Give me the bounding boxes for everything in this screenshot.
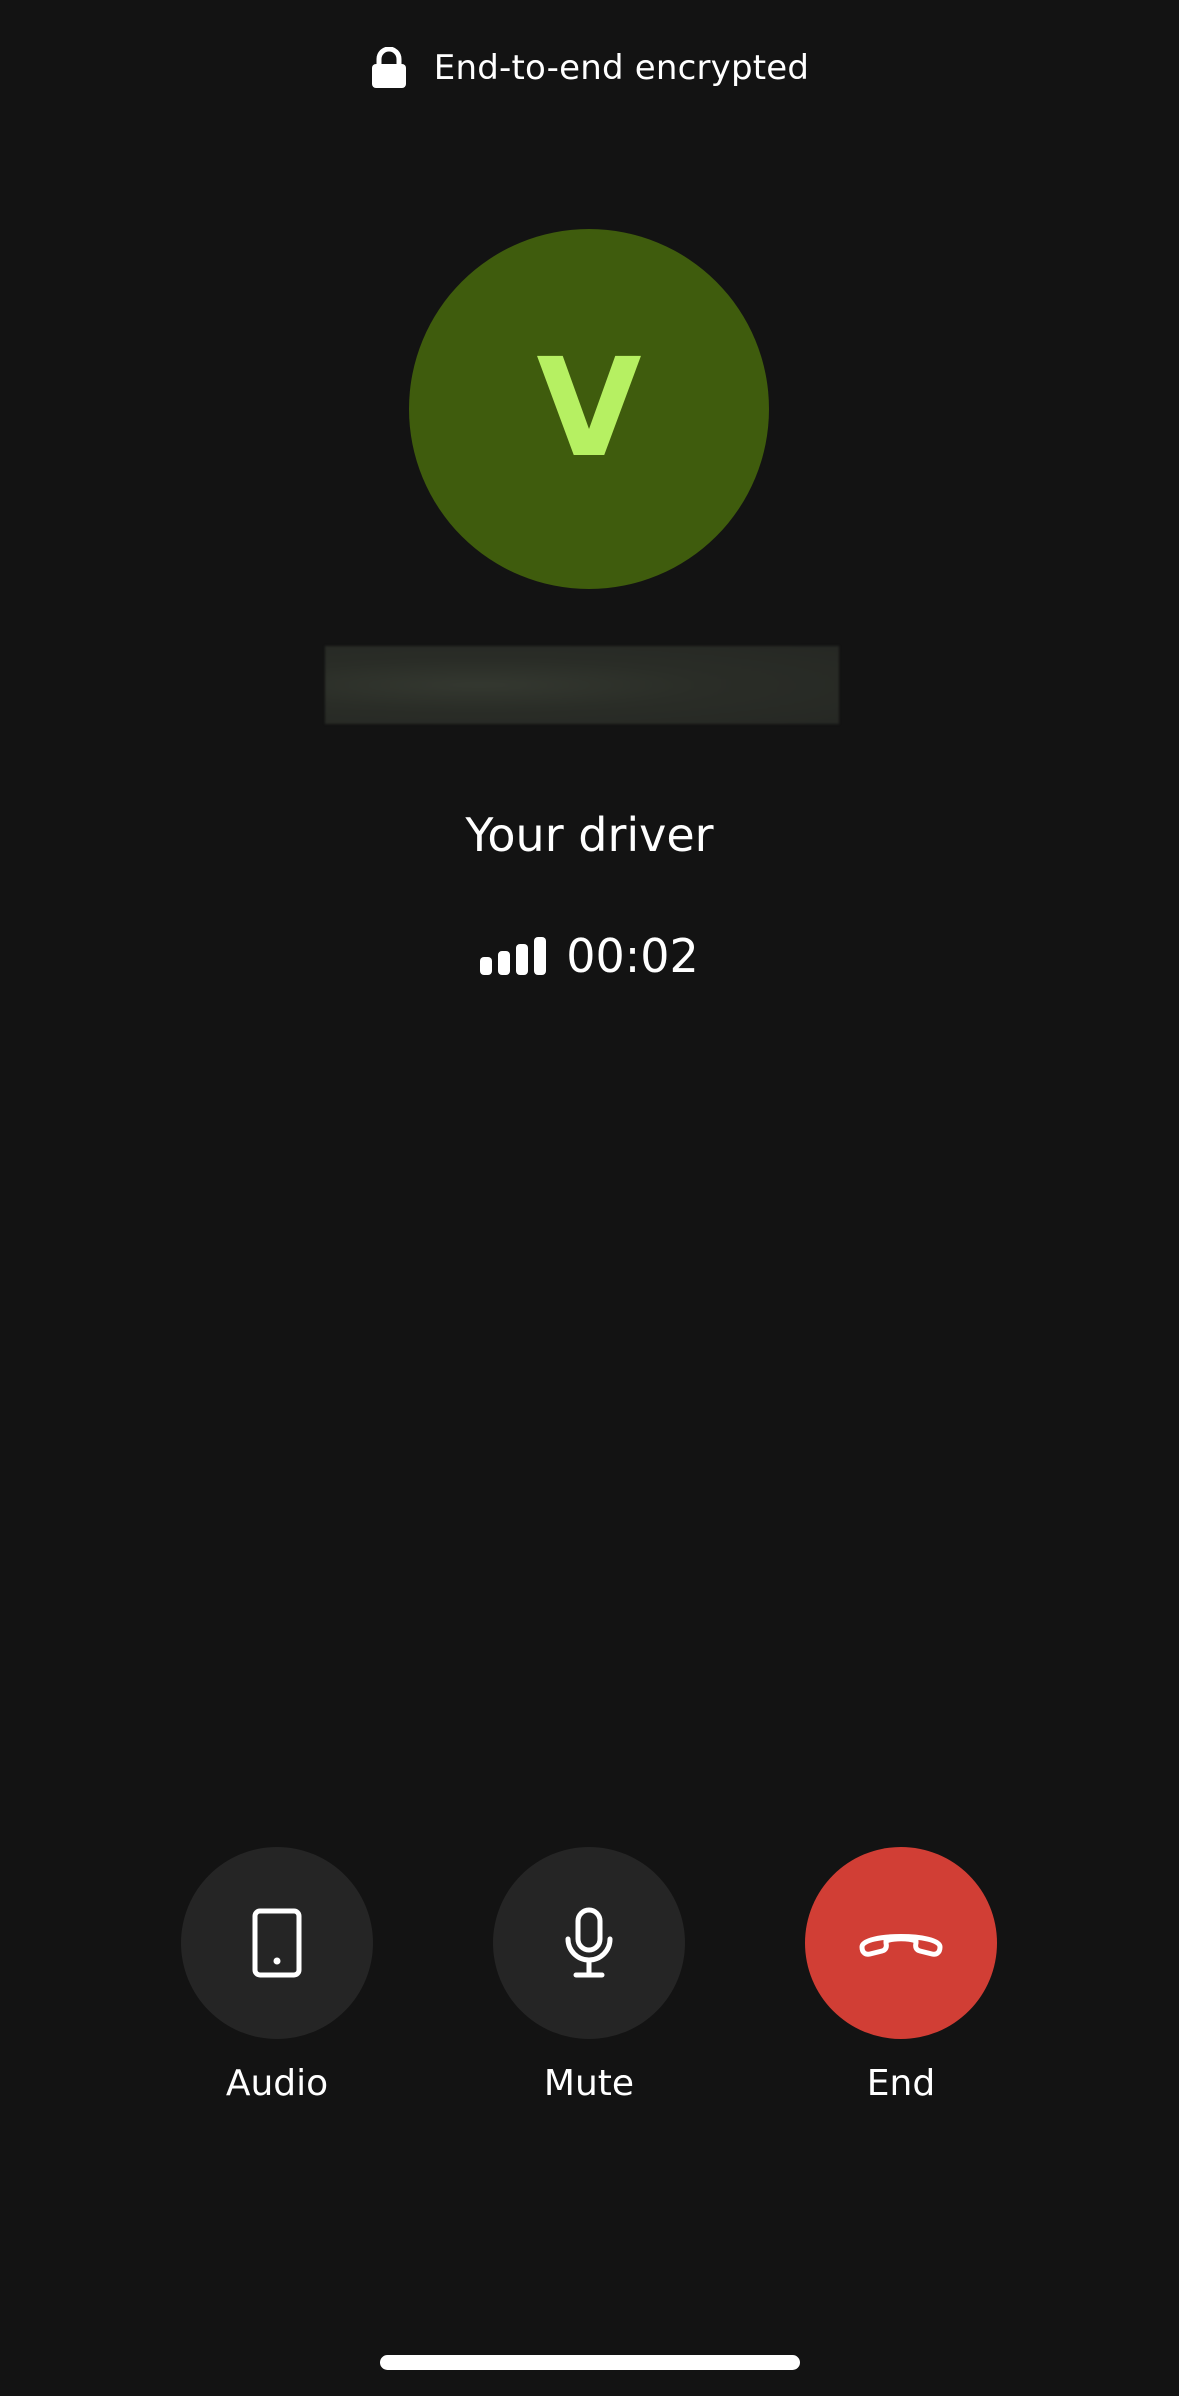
call-controls: Audio Mute End [0,1847,1179,2107]
end-call-button-circle[interactable] [805,1847,997,2039]
audio-button-circle[interactable] [181,1847,373,2039]
home-indicator[interactable] [380,2355,800,2370]
lock-icon [370,47,408,89]
mute-label: Mute [543,2063,635,2104]
mute-button-circle[interactable] [493,1847,685,2039]
encryption-banner: End-to-end encrypted [0,38,1179,98]
call-status: 00:02 [0,928,1179,984]
caller-subtitle: Your driver [465,808,714,862]
end-label: End [866,2063,936,2104]
end-call-icon [856,1923,946,1963]
encryption-text: End-to-end encrypted [433,48,810,88]
caller-name-redacted [325,646,839,724]
avatar-initial: V [536,330,642,488]
mute-button[interactable]: Mute [493,1847,685,2104]
call-timer: 00:02 [566,929,699,983]
signal-bars-icon [480,937,548,975]
audio-label: Audio [225,2063,329,2104]
microphone-icon [562,1907,616,1979]
caller-avatar: V [409,229,769,589]
audio-button[interactable]: Audio [181,1847,373,2104]
phone-device-icon [251,1907,303,1979]
end-call-button[interactable]: End [805,1847,997,2104]
